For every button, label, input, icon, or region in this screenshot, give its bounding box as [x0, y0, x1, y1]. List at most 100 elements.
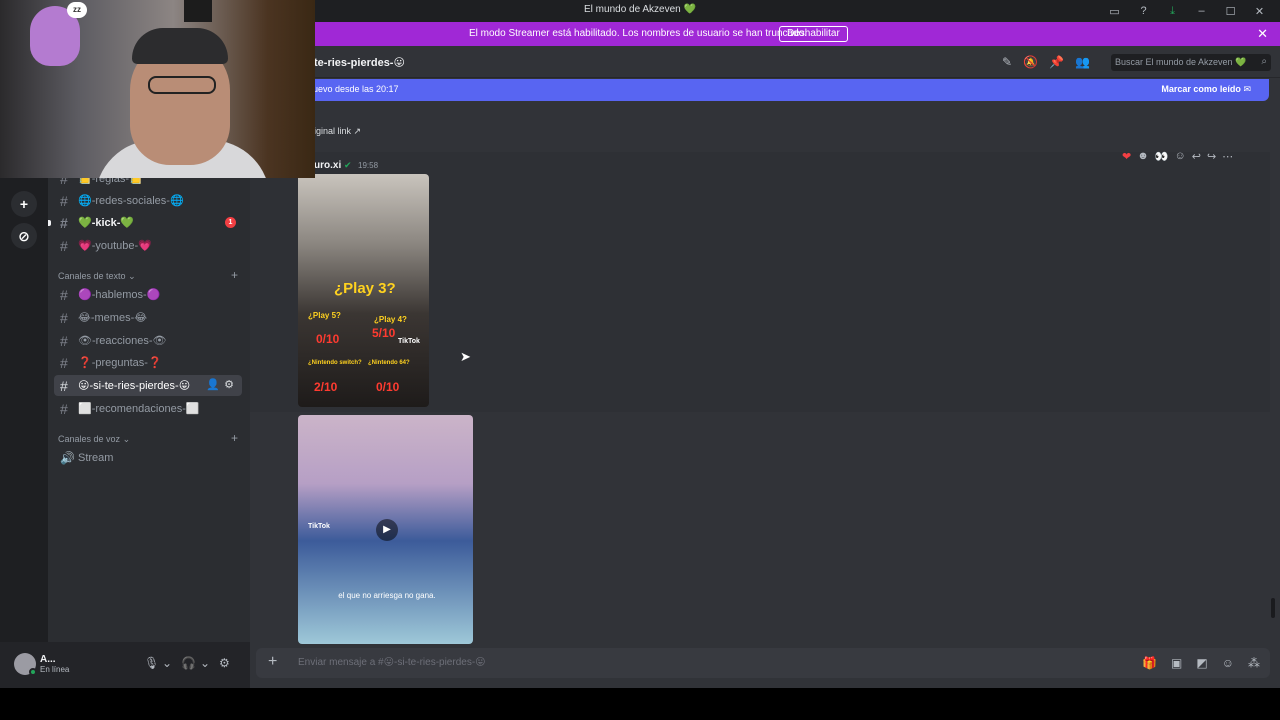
chat-area: te-ries-pierdes-😛 ✎ 🔕 📌 👥 Buscar El mund…	[250, 46, 1280, 688]
streamer-message: El modo Streamer está habilitado. Los no…	[469, 28, 807, 39]
help-icon[interactable]: ?	[1129, 2, 1158, 20]
add-attachment-icon[interactable]: +	[268, 653, 277, 671]
username: A...	[40, 654, 56, 665]
search-input[interactable]: Buscar El mundo de Akzeven 💚 ⌕	[1111, 54, 1271, 71]
channel-si-te-ries-pierdes[interactable]: # 😛-si-te-ries-pierdes-😛 👤 ⚙	[54, 375, 242, 396]
add-server-icon[interactable]: +	[11, 191, 37, 217]
chevron-down-icon[interactable]: ⌄	[200, 656, 210, 670]
video-caption: el que no arriesga no gana.	[338, 591, 436, 600]
message-actions: ❤ ☻ 👀 ☺ ↩ ↪ ⋯	[1122, 150, 1233, 163]
gift-icon[interactable]: 🎁	[1142, 656, 1157, 670]
avatar[interactable]	[14, 653, 37, 676]
chevron-down-icon[interactable]: ⌄	[162, 656, 172, 670]
message-composer[interactable]: + Enviar mensaje a #😛-si-te-ries-pierdes…	[256, 648, 1270, 678]
message-input-placeholder: Enviar mensaje a #😛-si-te-ries-pierdes-😛	[298, 657, 486, 668]
image-label: ¿Play 5?	[308, 311, 341, 320]
headphones-icon[interactable]: 🎧	[181, 656, 196, 670]
verified-icon: ✔	[344, 160, 352, 170]
minimize-icon[interactable]: –	[1187, 2, 1216, 20]
gif-icon[interactable]: ▣	[1171, 656, 1182, 670]
mark-as-read-button[interactable]: Marcar como leído ✉	[1161, 84, 1251, 95]
hash-icon: #	[60, 286, 68, 303]
channel-label: 🌐-redes-sociales-🌐	[78, 195, 184, 207]
user-panel: A... En línea 🎙 ⌄ 🎧 ⌄ ⚙	[0, 642, 250, 688]
add-voice-channel-icon[interactable]: +	[231, 431, 238, 445]
background-shelf	[184, 0, 212, 22]
channel-memes[interactable]: # 😂-memes-😂	[54, 307, 242, 328]
search-placeholder: Buscar El mundo de Akzeven 💚	[1115, 57, 1247, 67]
speaker-icon: 🔊	[60, 450, 75, 465]
streamer-glasses	[148, 76, 216, 94]
author-name: uro.xi	[314, 160, 342, 171]
streamer-cap	[132, 28, 228, 64]
channel-hablemos[interactable]: # 🟣-hablemos-🟣	[54, 284, 242, 305]
chevron-down-icon: ⌄	[128, 271, 136, 281]
maximize-icon[interactable]: ☐	[1216, 2, 1245, 20]
category-text-channels[interactable]: Canales de texto ⌄	[58, 271, 136, 282]
hash-icon: #	[60, 377, 68, 394]
reply-icon[interactable]: ↩	[1192, 150, 1201, 163]
channel-kick[interactable]: # 💚-kick-💚 1	[54, 212, 242, 233]
close-banner-icon[interactable]: ✕	[1257, 26, 1268, 42]
add-channel-icon[interactable]: +	[231, 268, 238, 282]
attached-video[interactable]: TikTok ▶ el que no arriesga no gana.	[298, 415, 473, 644]
threads-icon[interactable]: ✎	[1002, 55, 1012, 69]
message-timestamp: 19:58	[358, 161, 379, 170]
hash-icon: #	[60, 192, 68, 209]
play-icon[interactable]: ▶	[376, 519, 398, 541]
channel-youtube[interactable]: # 💗-youtube-💗	[54, 235, 242, 256]
original-link[interactable]: iginal link ↗	[314, 126, 361, 137]
microphone-icon[interactable]: 🎙	[144, 656, 159, 670]
sleep-bubble-icon: zz	[67, 2, 87, 18]
emoji-reaction-icon[interactable]: ☻	[1137, 150, 1149, 163]
sticker-icon[interactable]: ◩	[1196, 656, 1207, 670]
add-reaction-icon[interactable]: ☺	[1175, 150, 1186, 163]
gear-icon[interactable]: ⚙	[219, 656, 230, 670]
channel-header: te-ries-pierdes-😛 ✎ 🔕 📌 👥 Buscar El mund…	[250, 46, 1280, 78]
members-icon[interactable]: 👥	[1075, 55, 1090, 69]
attached-image-consoles[interactable]: ¿Play 3? ¿Play 5? 0/10 ¿Play 4? 5/10 Tik…	[298, 174, 429, 407]
category-label: Canales de voz	[58, 434, 121, 444]
channel-label: 👁-reacciones-👁	[78, 335, 167, 347]
channel-reacciones[interactable]: # 👁-reacciones-👁	[54, 330, 242, 351]
tiktok-watermark: TikTok	[308, 523, 330, 530]
notifications-muted-icon[interactable]: 🔕	[1023, 55, 1038, 69]
close-icon[interactable]: ✕	[1245, 2, 1274, 20]
new-messages-bar[interactable]: uevo desde las 20:17 Marcar como leído ✉	[306, 79, 1269, 101]
unread-indicator	[48, 220, 51, 226]
channel-preguntas[interactable]: # ❓-preguntas-❓	[54, 352, 242, 373]
channel-label: 😛-si-te-ries-pierdes-😛	[78, 380, 191, 392]
channel-redes-sociales[interactable]: # 🌐-redes-sociales-🌐	[54, 190, 242, 211]
image-title: ¿Play 3?	[334, 280, 396, 297]
external-link-icon: ↗	[353, 126, 362, 136]
inbox-icon[interactable]: ▭	[1100, 2, 1129, 20]
gear-icon[interactable]: ⚙	[224, 378, 234, 391]
more-options-icon[interactable]: ⋯	[1222, 150, 1233, 163]
invite-icon[interactable]: 👤	[206, 378, 220, 391]
channel-label: 💗-youtube-💗	[78, 240, 152, 252]
hash-icon: #	[60, 309, 68, 326]
download-icon[interactable]: ⤓	[1158, 2, 1187, 20]
channel-recomendaciones[interactable]: # ⬜-recomendaciones-⬜	[54, 398, 242, 419]
mark-read-icon: ✉	[1243, 84, 1251, 94]
screen-letterbox	[0, 688, 1280, 720]
explore-icon[interactable]: ⊘	[11, 223, 37, 249]
channel-label: Stream	[78, 451, 114, 464]
message-author[interactable]: uro.xi ✔	[314, 160, 352, 171]
user-status: En línea	[40, 665, 70, 674]
heart-reaction-icon[interactable]: ❤	[1122, 150, 1131, 163]
image-label: ¿Nintendo switch?	[308, 360, 362, 366]
image-rating: 2/10	[314, 380, 338, 394]
apps-icon[interactable]: ⁂	[1248, 656, 1260, 670]
forward-icon[interactable]: ↪	[1207, 150, 1216, 163]
chevron-down-icon: ⌄	[122, 434, 131, 444]
channel-label: 💚-kick-💚	[78, 217, 135, 229]
emoji-icon[interactable]: ☺	[1222, 656, 1234, 670]
disable-streamer-button[interactable]: Deshabilitar	[779, 26, 848, 42]
eyes-reaction-icon[interactable]: 👀	[1155, 150, 1169, 163]
pin-icon[interactable]: 📌	[1049, 55, 1064, 69]
scrollbar[interactable]	[1271, 598, 1275, 618]
category-voice-channels[interactable]: Canales de voz ⌄	[58, 434, 130, 445]
webcam-overlay: zz	[0, 0, 315, 178]
voice-channel-stream[interactable]: 🔊 Stream	[54, 447, 242, 468]
